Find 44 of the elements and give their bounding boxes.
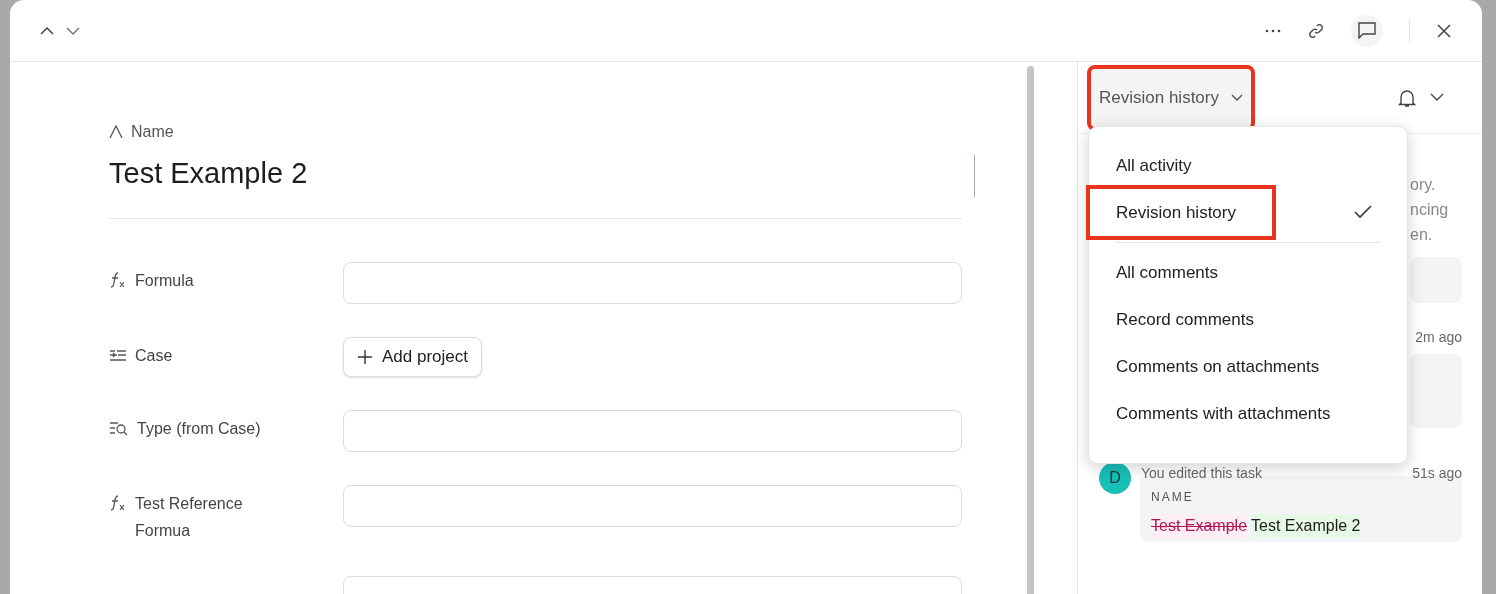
scrollbar-thumb[interactable] [1027, 66, 1034, 594]
field-label: Type (from Case) [137, 419, 262, 439]
chevron-up-icon[interactable] [40, 25, 54, 36]
add-project-button[interactable]: Add project [343, 337, 482, 377]
menu-item[interactable]: All comments [1090, 249, 1386, 296]
linked-list-icon [109, 347, 127, 363]
comment-icon [1358, 22, 1376, 39]
formula-icon [109, 272, 127, 288]
text-field-icon [109, 125, 123, 139]
card-background [1410, 257, 1462, 303]
added-text: Test Example 2 [1251, 514, 1361, 538]
chevron-down-icon[interactable] [66, 25, 80, 36]
bell-icon[interactable] [1398, 87, 1416, 108]
text-cursor [974, 155, 975, 197]
chevron-down-icon [1231, 93, 1243, 102]
event-time: 2m ago [1415, 328, 1462, 347]
notice-text: ncing [1410, 200, 1450, 220]
input-field[interactable] [343, 262, 962, 304]
field-label: Name [131, 122, 174, 142]
menu-item[interactable]: Record comments [1090, 296, 1386, 343]
field-label: Formula [135, 271, 195, 291]
lookup-icon [109, 420, 129, 436]
event-time: 51s ago [1412, 463, 1462, 483]
notice-text: en. [1410, 225, 1434, 245]
formula-icon [109, 495, 127, 511]
link-icon[interactable] [1307, 21, 1325, 40]
changed-field-name: NAME [1151, 489, 1195, 506]
plus-icon [357, 349, 373, 365]
menu-item[interactable]: All activity [1090, 142, 1386, 189]
input-field[interactable] [343, 485, 962, 527]
field-label: Case [135, 346, 174, 366]
menu-item[interactable]: Comments with attachments [1090, 390, 1386, 437]
removed-text: Test Example [1151, 514, 1248, 538]
event-text: You edited this task [1141, 463, 1262, 483]
field-label: Test Reference Formua [135, 494, 244, 541]
comments-button[interactable] [1351, 14, 1383, 47]
avatar: D [1099, 462, 1131, 494]
chevron-down-icon[interactable] [1430, 93, 1444, 102]
close-icon[interactable] [1436, 22, 1452, 39]
input-field[interactable] [343, 410, 962, 452]
menu-item[interactable]: Comments on attachments [1090, 343, 1386, 390]
more-icon[interactable] [1265, 28, 1281, 33]
notice-text: ory. [1410, 175, 1437, 195]
record-title[interactable]: Test Example 2 [109, 152, 308, 196]
